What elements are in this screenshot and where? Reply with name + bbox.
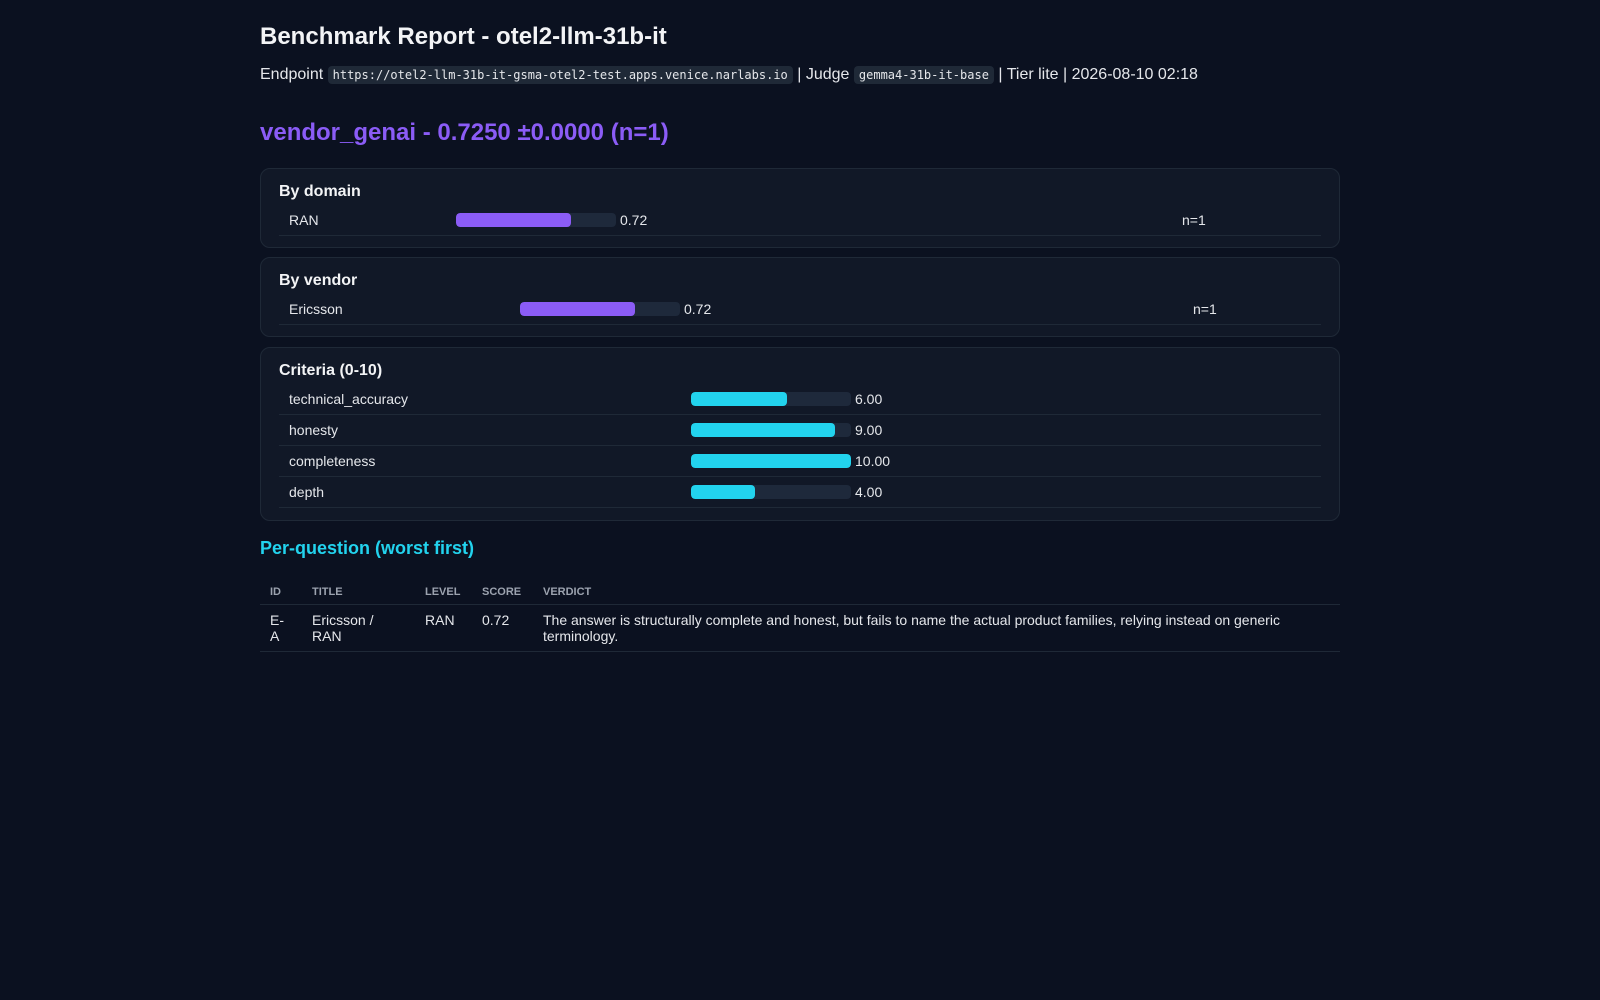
question-score: 0.72 [472,604,533,652]
criteria-label: technical_accuracy [289,391,409,407]
criteria-bar [691,485,851,499]
domain-count: n=1 [1182,212,1206,228]
domain-score-bar [456,213,616,227]
criteria-bar [691,392,851,406]
vendor-count: n=1 [1193,301,1217,317]
judge-label: | Judge [797,66,850,83]
vendor-score-value: 0.72 [684,301,712,317]
question-level: RAN [415,604,472,652]
column-header-title: TITLE [302,582,415,605]
question-id: E-A [260,604,302,652]
vendor-score-fill [520,302,636,316]
question-verdict: The answer is structurally complete and … [533,604,1340,652]
column-header-id: ID [260,582,302,605]
criteria-card: Criteria (0-10) technical_accuracy 6.00 … [260,347,1340,521]
endpoint-label: Endpoint [260,66,324,83]
domain-label: RAN [289,212,319,228]
criteria-value: 4.00 [855,484,883,500]
criteria-value: 6.00 [855,391,883,407]
page-title: Benchmark Report - otel2-llm-31b-it [260,23,667,50]
criteria-row-technical-accuracy: technical_accuracy 6.00 [279,384,1321,415]
domain-score-value: 0.72 [620,212,648,228]
column-header-level: LEVEL [415,582,472,605]
vendor-row: Ericsson 0.72 n=1 [279,294,1321,325]
per-question-table: ID TITLE LEVEL SCORE VERDICT E-A Ericsso… [260,582,1340,652]
report-meta: Endpoint https://otel2-llm-31b-it-gsma-o… [260,66,1198,84]
vendor-score-bar [520,302,680,316]
criteria-fill [691,423,835,437]
table-header-row: ID TITLE LEVEL SCORE VERDICT [260,582,1340,605]
criteria-fill [691,454,851,468]
criteria-title: Criteria (0-10) [279,362,383,379]
criteria-value: 9.00 [855,422,883,438]
domain-score-fill [456,213,572,227]
column-header-verdict: VERDICT [533,582,1340,605]
tier-date: | Tier lite | 2026-08-10 02:18 [998,66,1198,83]
vendor-label: Ericsson [289,301,343,317]
criteria-label: completeness [289,453,376,469]
criteria-label: honesty [289,422,339,438]
by-vendor-title: By vendor [279,272,358,289]
criteria-bar [691,423,851,437]
criteria-fill [691,392,787,406]
by-domain-card: By domain RAN 0.72 n=1 [260,168,1340,248]
question-title: Ericsson / RAN [302,604,415,652]
per-question-heading: Per-question (worst first) [260,538,475,558]
criteria-value: 10.00 [855,453,891,469]
criteria-bar [691,454,851,468]
criteria-row-completeness: completeness 10.00 [279,446,1321,477]
suite-heading: vendor_genai - 0.7250 ±0.0000 (n=1) [260,119,669,146]
criteria-label: depth [289,484,325,500]
column-header-score: SCORE [472,582,533,605]
criteria-row-honesty: honesty 9.00 [279,415,1321,446]
criteria-row-depth: depth 4.00 [279,477,1321,508]
judge-model: gemma4-31b-it-base [853,66,994,84]
by-domain-title: By domain [279,183,361,200]
table-row: E-A Ericsson / RAN RAN 0.72 The answer i… [260,604,1340,652]
endpoint-url: https://otel2-llm-31b-it-gsma-otel2-test… [327,66,793,84]
criteria-fill [691,485,755,499]
domain-row: RAN 0.72 n=1 [279,205,1321,236]
by-vendor-card: By vendor Ericsson 0.72 n=1 [260,257,1340,337]
